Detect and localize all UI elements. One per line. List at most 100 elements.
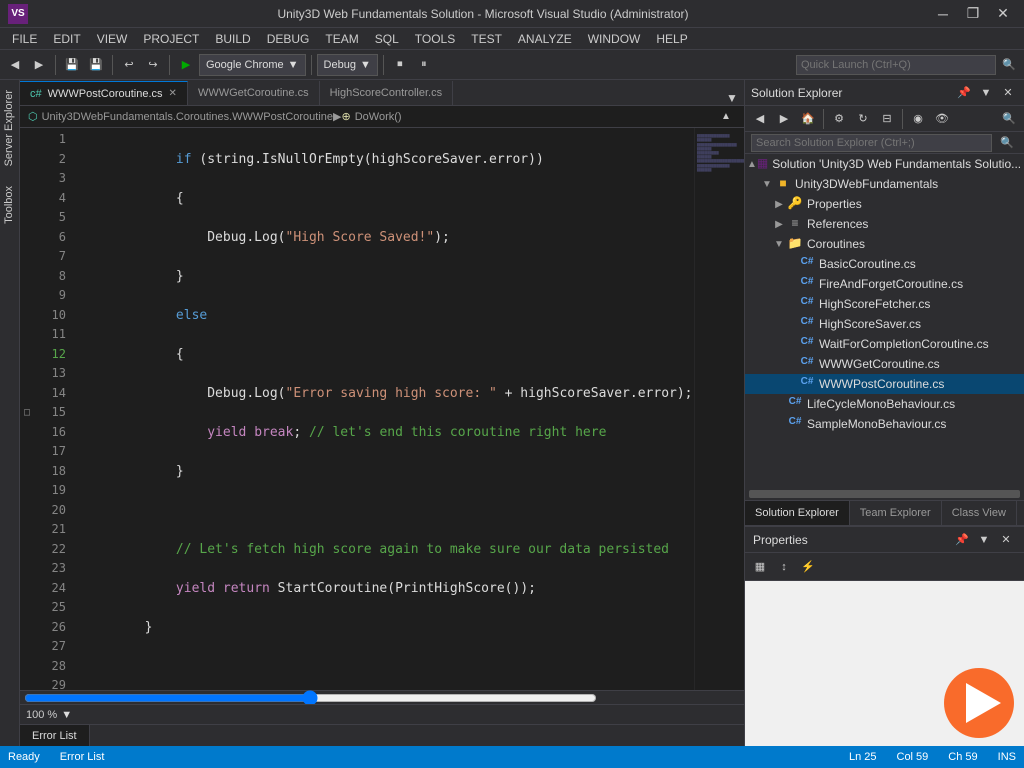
breadcrumb-namespace: Unity3DWebFundamentals.Coroutines.WWWPos… xyxy=(42,111,333,123)
start-button[interactable]: ▶ xyxy=(175,54,197,76)
tree-samplemono[interactable]: C# SampleMonoBehaviour.cs xyxy=(745,414,1024,434)
properties-close-button[interactable]: ✕ xyxy=(996,530,1016,550)
sol-tab-solution-explorer[interactable]: Solution Explorer xyxy=(745,501,850,525)
menu-view[interactable]: VIEW xyxy=(89,28,136,50)
samplemono-arrow xyxy=(771,419,787,430)
toolbar-sep-5 xyxy=(383,55,384,75)
solution-label: Solution 'Unity3D Web Fundamentals Solut… xyxy=(772,157,1021,171)
tree-waitforcompletion[interactable]: C# WaitForCompletionCoroutine.cs xyxy=(745,334,1024,354)
error-list-tab[interactable]: Error List xyxy=(20,725,90,747)
horizontal-scrollbar[interactable] xyxy=(24,694,597,702)
toolbox-tab[interactable]: Toolbox xyxy=(0,176,19,234)
menu-file[interactable]: FILE xyxy=(4,28,45,50)
server-explorer-tab[interactable]: Server Explorer xyxy=(0,80,19,176)
pin-button[interactable]: 📌 xyxy=(954,83,974,103)
main-area: Server Explorer Toolbox c# WWWPostCorout… xyxy=(0,80,1024,746)
tree-wwwpost[interactable]: C# WWWPostCoroutine.cs xyxy=(745,374,1024,394)
lifecycle-arrow xyxy=(771,399,787,410)
menu-sql[interactable]: SQL xyxy=(367,28,407,50)
quick-launch-input[interactable] xyxy=(796,55,996,75)
panel-close-button[interactable]: ✕ xyxy=(998,83,1018,103)
tab-close-wwwpost[interactable]: ✕ xyxy=(169,88,177,99)
sol-refresh[interactable]: ↻ xyxy=(852,108,874,130)
tree-solution[interactable]: ▲ ▦ Solution 'Unity3D Web Fundamentals S… xyxy=(745,154,1024,174)
sol-filter[interactable]: ◉ xyxy=(907,108,929,130)
menu-window[interactable]: WINDOW xyxy=(580,28,649,50)
save-button[interactable]: 💾 xyxy=(61,54,83,76)
tree-highscoresaver[interactable]: C# HighScoreSaver.cs xyxy=(745,314,1024,334)
sol-forward[interactable]: ▶ xyxy=(773,108,795,130)
back-button[interactable]: ◀ xyxy=(4,54,26,76)
zoom-dropdown-icon[interactable]: ▼ xyxy=(61,709,72,721)
save-all-button[interactable]: 💾 xyxy=(85,54,107,76)
tree-references[interactable]: ▶ ≡ References xyxy=(745,214,1024,234)
tab-wwwpostcoroutine[interactable]: c# WWWPostCoroutine.cs ✕ xyxy=(20,81,188,105)
menu-team[interactable]: TEAM xyxy=(317,28,366,50)
sol-tab-team-explorer[interactable]: Team Explorer xyxy=(850,501,942,525)
quick-launch-search-icon[interactable]: 🔍 xyxy=(998,54,1020,76)
sol-home[interactable]: 🏠 xyxy=(797,108,819,130)
tab-label-wwwpost: c# xyxy=(30,88,42,100)
browser-label: Google Chrome xyxy=(206,59,284,71)
properties-filter-btn[interactable]: ⚡ xyxy=(797,556,819,578)
menu-debug[interactable]: DEBUG xyxy=(259,28,318,50)
properties-sort-btn[interactable]: ↕ xyxy=(773,556,795,578)
menu-project[interactable]: PROJECT xyxy=(135,28,207,50)
tree-fireforget[interactable]: C# FireAndForgetCoroutine.cs xyxy=(745,274,1024,294)
redo-button[interactable]: ↪ xyxy=(142,54,164,76)
sol-back[interactable]: ◀ xyxy=(749,108,771,130)
pause-button[interactable]: ⏸ xyxy=(413,54,435,76)
sol-tab-class-view[interactable]: Class View xyxy=(942,501,1017,525)
code-content[interactable]: if (string.IsNullOrEmpty(highScoreSaver.… xyxy=(74,128,694,690)
coroutines-label: Coroutines xyxy=(807,237,865,251)
tab-wwwgetcoroutine[interactable]: WWWGetCoroutine.cs xyxy=(188,81,320,105)
tree-basiccoroutine[interactable]: C# BasicCoroutine.cs xyxy=(745,254,1024,274)
project-label: Unity3DWebFundamentals xyxy=(795,177,938,191)
breadcrumb-method: DoWork() xyxy=(355,111,402,123)
maximize-button[interactable]: ❐ xyxy=(960,4,986,24)
browser-dropdown[interactable]: Google Chrome ▼ xyxy=(199,54,306,76)
sol-view[interactable]: 👁 xyxy=(931,108,953,130)
tab-overflow-button[interactable]: ▼ xyxy=(720,91,744,105)
stop-button[interactable]: ⏹ xyxy=(389,54,411,76)
forward-button[interactable]: ▶ xyxy=(28,54,50,76)
menu-analyze[interactable]: ANALYZE xyxy=(510,28,580,50)
tree-scrollbar[interactable] xyxy=(749,490,1020,498)
sol-properties[interactable]: ⚙ xyxy=(828,108,850,130)
tab-highscorecontroller[interactable]: HighScoreController.cs xyxy=(320,81,454,105)
minimize-button[interactable]: ─ xyxy=(930,4,956,24)
tree-highscorefetcher[interactable]: C# HighScoreFetcher.cs xyxy=(745,294,1024,314)
menu-test[interactable]: TEST xyxy=(463,28,510,50)
status-bar: Ready Error List Ln 25 Col 59 Ch 59 INS xyxy=(0,746,1024,768)
hssaver-arrow xyxy=(783,319,799,330)
menu-edit[interactable]: EDIT xyxy=(45,28,88,50)
code-editor[interactable]: □ 1 2 3 4 5 6 7 8 9 10 11 xyxy=(20,128,744,690)
tree-coroutines[interactable]: ▼ 📁 Coroutines xyxy=(745,234,1024,254)
menu-tools[interactable]: TOOLS xyxy=(407,28,463,50)
tree-lifecycle[interactable]: C# LifeCycleMonoBehaviour.cs xyxy=(745,394,1024,414)
solution-search-go[interactable]: 🔍 xyxy=(996,132,1018,154)
undo-button[interactable]: ↩ xyxy=(118,54,140,76)
fireforget-label: FireAndForgetCoroutine.cs xyxy=(819,277,963,291)
menu-build[interactable]: BUILD xyxy=(207,28,258,50)
ps-circle xyxy=(944,668,1014,738)
editor-scroll-up[interactable]: ▲ xyxy=(716,107,736,127)
solution-search-input[interactable] xyxy=(751,134,992,152)
sol-search[interactable]: 🔍 xyxy=(998,108,1020,130)
properties-dropdown-button[interactable]: ▼ xyxy=(974,530,994,550)
tree-wwwget[interactable]: C# WWWGetCoroutine.cs xyxy=(745,354,1024,374)
solution-explorer-titlebar: Solution Explorer 📌 ▼ ✕ xyxy=(745,80,1024,106)
sol-collapse[interactable]: ⊟ xyxy=(876,108,898,130)
menu-help[interactable]: HELP xyxy=(648,28,695,50)
config-dropdown[interactable]: Debug ▼ xyxy=(317,54,378,76)
status-ch: Ch 59 xyxy=(948,751,977,763)
tree-properties[interactable]: ▶ 🔑 Properties xyxy=(745,194,1024,214)
status-col: Col 59 xyxy=(897,751,929,763)
properties-grid-btn[interactable]: ▦ xyxy=(749,556,771,578)
status-ins: INS xyxy=(998,751,1016,763)
tree-project[interactable]: ▼ ■ Unity3DWebFundamentals xyxy=(745,174,1024,194)
properties-pin-button[interactable]: 📌 xyxy=(952,530,972,550)
panel-dropdown-button[interactable]: ▼ xyxy=(976,83,996,103)
status-errorlist[interactable]: Error List xyxy=(60,751,105,763)
close-button[interactable]: ✕ xyxy=(990,4,1016,24)
